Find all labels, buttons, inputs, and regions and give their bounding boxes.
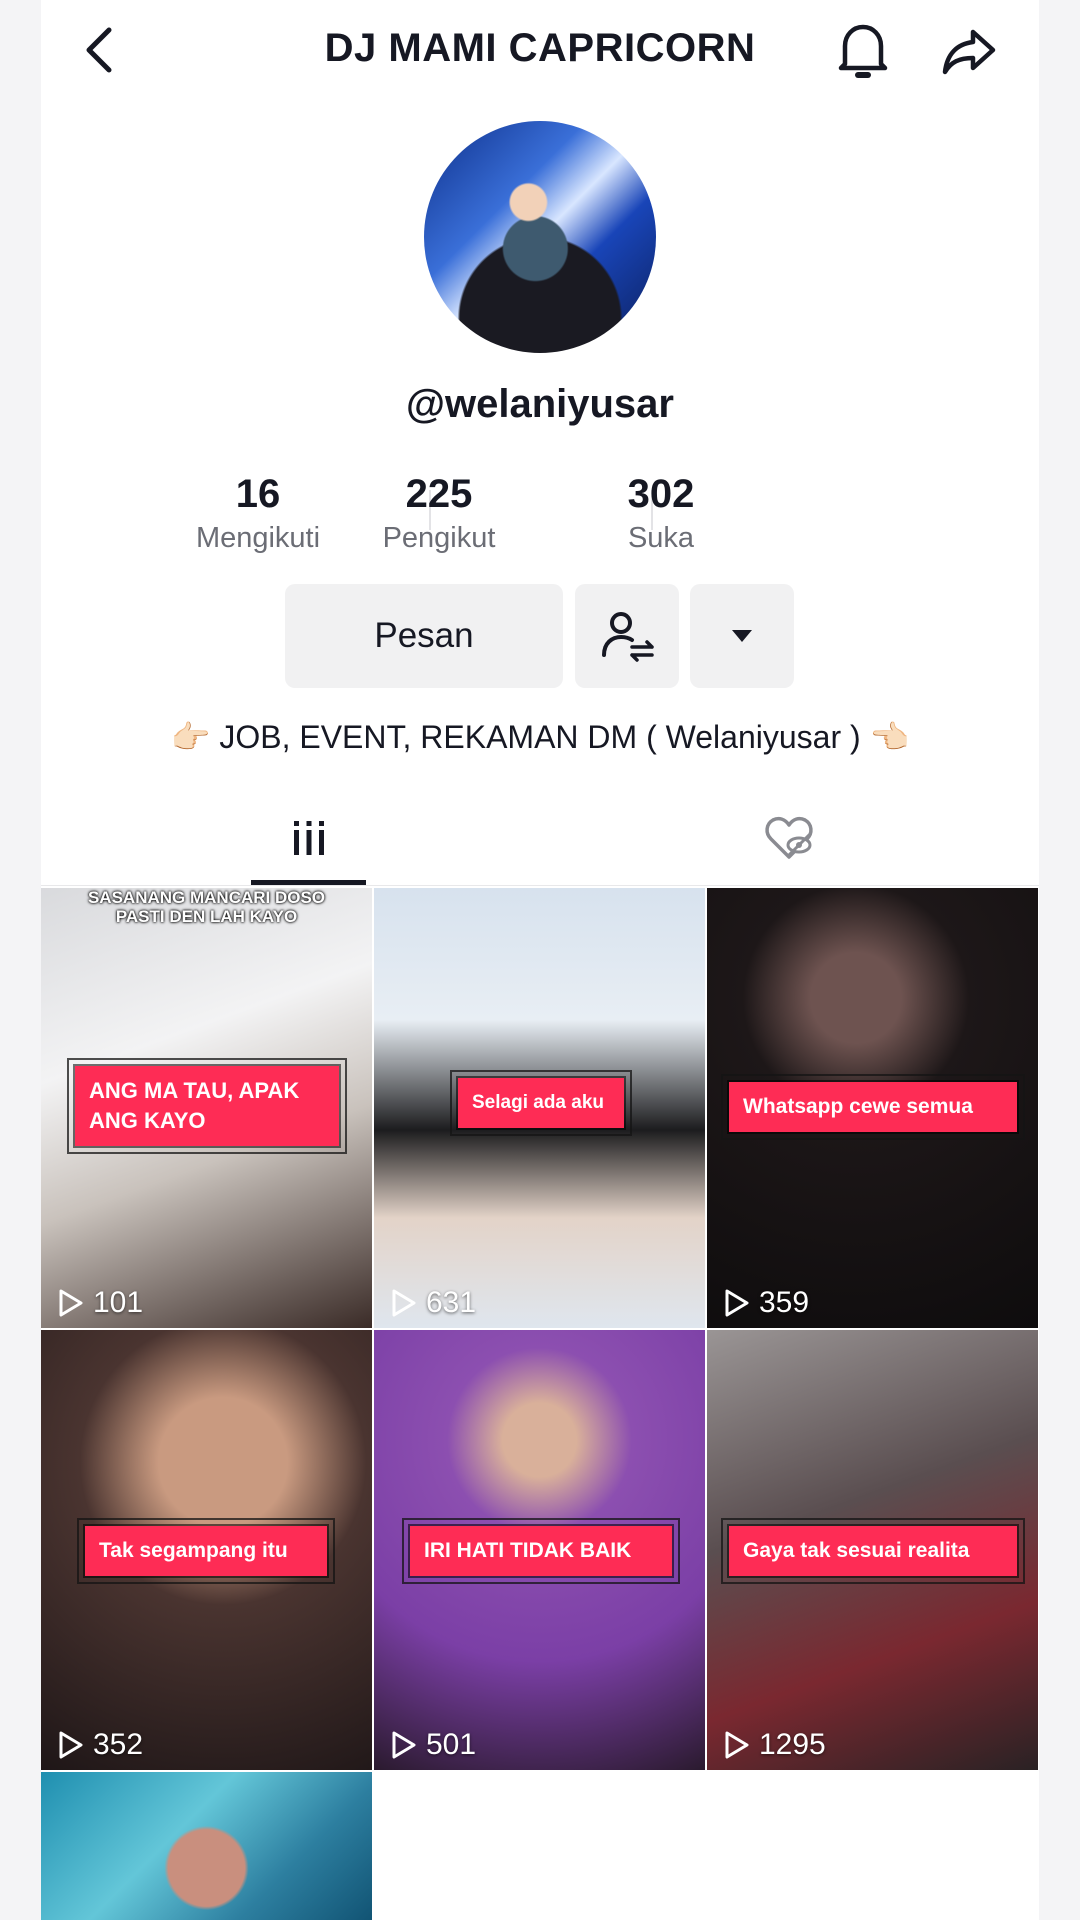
play-icon: [59, 1731, 83, 1759]
view-count-value: 352: [93, 1728, 144, 1761]
video-thumbnail[interactable]: [41, 1772, 372, 1920]
view-count-value: 101: [93, 1286, 144, 1319]
bio-text: 👉🏻 JOB, EVENT, REKAMAN DM ( Welaniyusar …: [170, 719, 910, 755]
top-bar: DJ MAMI CAPRICORN: [41, 0, 1039, 100]
view-count: 1295: [721, 1728, 826, 1762]
video-thumbnail[interactable]: Tak segampang itu 352: [41, 1330, 372, 1770]
video-caption: Gaya tak sesuai realita: [721, 1518, 1025, 1584]
stat-following[interactable]: 16 Mengikuti: [158, 470, 358, 556]
bell-icon[interactable]: [833, 18, 893, 82]
grid-columns-icon: [293, 820, 324, 855]
view-count-value: 1295: [759, 1728, 826, 1761]
tab-liked-hidden[interactable]: [731, 790, 846, 885]
stat-value: 16: [235, 472, 281, 516]
video-thumbnail[interactable]: SASANANG MANCARI DOSO PASTI DEN LAH KAYO…: [41, 888, 372, 1328]
stat-followers[interactable]: 225 Pengikut: [339, 470, 539, 556]
video-thumbnail[interactable]: IRI HATI TIDAK BAIK 501: [374, 1330, 705, 1770]
stat-value: 302: [627, 472, 695, 516]
play-icon: [725, 1731, 749, 1759]
video-thumbnail[interactable]: Whatsapp cewe semua 359: [707, 888, 1038, 1328]
profile-page: DJ MAMI CAPRICORN @welaniyusar 16 Mengik…: [41, 0, 1039, 1920]
heart-hidden-icon: [764, 816, 813, 859]
view-count: 352: [55, 1728, 143, 1762]
play-icon: [392, 1731, 416, 1759]
username-handle: @welaniyusar: [405, 382, 674, 426]
profile-tabs: [41, 790, 1039, 886]
play-icon: [725, 1289, 749, 1317]
user-swap-icon: [602, 612, 654, 662]
view-count-value: 631: [426, 1286, 477, 1319]
stat-likes[interactable]: 302 Suka: [561, 470, 761, 556]
video-caption: Whatsapp cewe semua: [721, 1074, 1025, 1140]
active-tab-indicator: [251, 880, 366, 885]
more-options-button[interactable]: [690, 584, 794, 688]
view-count: 359: [721, 1286, 809, 1320]
view-count-value: 501: [426, 1728, 477, 1761]
play-icon: [392, 1289, 416, 1317]
caret-down-icon: [732, 630, 752, 642]
avatar[interactable]: [424, 121, 656, 353]
view-count: 631: [388, 1286, 476, 1320]
stat-label: Pengikut: [382, 522, 496, 554]
video-caption: ANG MA TAU, APAK ANG KAYO: [67, 1058, 347, 1154]
message-button[interactable]: Pesan: [285, 584, 563, 688]
view-count: 501: [388, 1728, 476, 1762]
stat-label: Mengikuti: [195, 522, 321, 554]
tab-videos[interactable]: [251, 790, 366, 885]
view-count-value: 359: [759, 1286, 810, 1319]
video-thumbnail[interactable]: Selagi ada aku 631: [374, 888, 705, 1328]
video-thumbnail[interactable]: Gaya tak sesuai realita 1295: [707, 1330, 1038, 1770]
view-count: 101: [55, 1286, 143, 1320]
video-caption: Tak segampang itu: [77, 1518, 335, 1584]
video-caption: Selagi ada aku: [450, 1070, 632, 1136]
share-icon[interactable]: [939, 20, 999, 80]
video-caption: IRI HATI TIDAK BAIK: [402, 1518, 680, 1584]
play-icon: [59, 1289, 83, 1317]
friend-suggest-button[interactable]: [575, 584, 679, 688]
video-overlay-text: SASANANG MANCARI DOSO PASTI DEN LAH KAYO: [87, 888, 326, 926]
stat-value: 225: [405, 472, 473, 516]
stat-label: Suka: [627, 522, 695, 554]
